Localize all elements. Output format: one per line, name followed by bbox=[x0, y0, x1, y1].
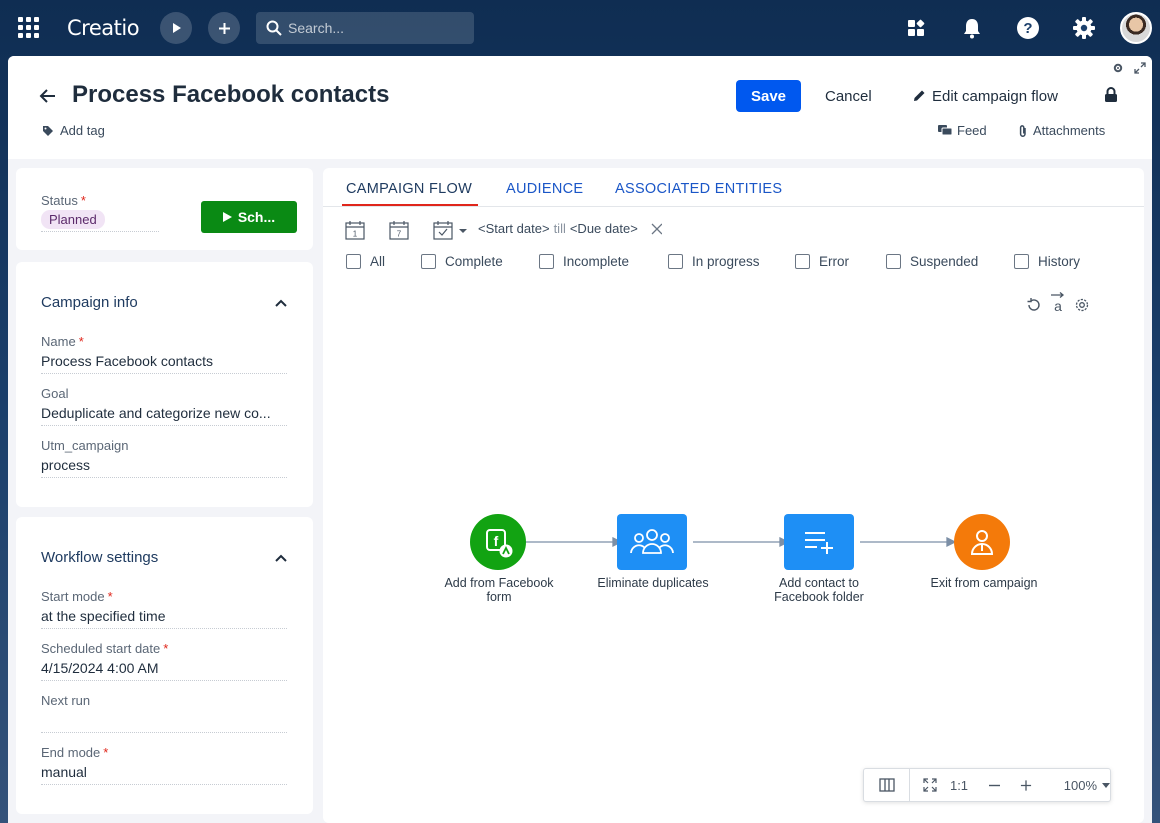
add-to-list-icon bbox=[805, 532, 833, 554]
end-mode-underline bbox=[41, 784, 287, 785]
utm-campaign-value[interactable]: process bbox=[41, 457, 287, 473]
people-group-icon bbox=[630, 529, 674, 554]
actual-size-button[interactable]: 1:1 bbox=[950, 769, 968, 801]
page-header: Process Facebook contacts Add tag Save C… bbox=[8, 56, 1152, 159]
status-underline bbox=[41, 231, 159, 232]
exit-person-icon bbox=[970, 530, 994, 555]
flow-node-label: Eliminate duplicates bbox=[597, 576, 709, 590]
start-mode-label: Start mode * bbox=[41, 589, 113, 604]
workflow-settings-card: Workflow settings Start mode * at the spe… bbox=[16, 517, 313, 814]
search-input[interactable] bbox=[288, 20, 458, 36]
create-new-button[interactable] bbox=[208, 12, 240, 44]
svg-text:f: f bbox=[494, 533, 499, 549]
campaign-info-card: Campaign info Name * Process Facebook con… bbox=[16, 262, 313, 507]
lock-icon[interactable] bbox=[1104, 87, 1118, 103]
flow-node-eliminate-duplicates[interactable] bbox=[617, 514, 687, 570]
edit-campaign-flow-button[interactable]: Edit campaign flow bbox=[912, 80, 1058, 112]
feed-label: Feed bbox=[957, 123, 987, 138]
feed-chat-icon bbox=[938, 124, 952, 135]
add-tag-button[interactable]: Add tag bbox=[42, 123, 105, 138]
add-tag-label: Add tag bbox=[60, 123, 105, 138]
workflow-settings-title: Workflow settings bbox=[41, 549, 159, 566]
next-run-label: Next run bbox=[41, 693, 91, 708]
notifications-bell-icon[interactable] bbox=[958, 14, 986, 42]
page-title: Process Facebook contacts bbox=[72, 81, 390, 108]
zoom-toolbar: 1:1 100% bbox=[863, 768, 1111, 802]
edit-campaign-flow-label: Edit campaign flow bbox=[932, 87, 1058, 105]
goal-label: Goal bbox=[41, 386, 69, 401]
cancel-button[interactable]: Cancel bbox=[816, 80, 881, 112]
scheduled-start-date-value[interactable]: 4/15/2024 4:00 AM bbox=[41, 660, 287, 676]
record-page: Process Facebook contacts Add tag Save C… bbox=[8, 56, 1152, 823]
goal-underline bbox=[41, 425, 287, 426]
next-run-underline bbox=[41, 732, 287, 733]
save-button[interactable]: Save bbox=[736, 80, 801, 112]
start-mode-value[interactable]: at the specified time bbox=[41, 608, 287, 624]
status-label: Status * bbox=[41, 193, 86, 208]
end-mode-label: End mode * bbox=[41, 745, 109, 760]
caret-down-icon bbox=[1102, 782, 1110, 788]
pencil-icon bbox=[914, 90, 925, 101]
svg-text:?: ? bbox=[1023, 20, 1032, 37]
scheduled-start-date-underline bbox=[41, 680, 287, 681]
utm-campaign-underline bbox=[41, 477, 287, 478]
global-search[interactable] bbox=[256, 12, 474, 44]
scheduled-start-date-label: Scheduled start date * bbox=[41, 641, 169, 656]
next-run-value[interactable] bbox=[41, 712, 287, 729]
goal-value[interactable]: Deduplicate and categorize new co... bbox=[41, 405, 287, 421]
campaign-flow-area: CAMPAIGN FLOW AUDIENCE ASSOCIATED ENTITI… bbox=[323, 168, 1144, 823]
expand-icon[interactable] bbox=[1134, 62, 1146, 74]
schedule-button-label: Sch... bbox=[237, 209, 276, 225]
apps-grid-icon[interactable] bbox=[18, 17, 39, 38]
status-card: Status * Planned Sch... bbox=[16, 168, 313, 250]
columns-map-icon bbox=[878, 778, 895, 792]
zoom-out-button[interactable] bbox=[968, 769, 1020, 801]
name-label: Name * bbox=[41, 334, 84, 349]
flow-node-add-from-facebook[interactable]: f bbox=[470, 514, 526, 570]
flow-node-label: Add contact to Facebook folder bbox=[774, 576, 864, 604]
flow-connectors bbox=[526, 536, 957, 548]
tag-icon bbox=[43, 125, 53, 136]
start-mode-underline bbox=[41, 628, 287, 629]
fit-screen-icon bbox=[923, 778, 937, 792]
fit-to-screen-button[interactable] bbox=[910, 769, 950, 801]
campaign-info-title: Campaign info bbox=[41, 294, 138, 311]
help-icon[interactable]: ? bbox=[1014, 14, 1042, 42]
toggle-map-button[interactable] bbox=[864, 769, 910, 801]
utm-campaign-label: Utm_campaign bbox=[41, 438, 129, 453]
flow-node-add-to-folder[interactable] bbox=[784, 514, 854, 570]
back-arrow-icon[interactable] bbox=[38, 86, 58, 106]
name-value[interactable]: Process Facebook contacts bbox=[41, 353, 287, 369]
chevron-up-icon[interactable] bbox=[274, 296, 288, 310]
app-hub-icon[interactable] bbox=[902, 14, 930, 42]
flow-node-label: Exit from campaign bbox=[930, 576, 1038, 590]
feed-button[interactable]: Feed bbox=[938, 123, 987, 138]
app-logo[interactable]: Creatio bbox=[67, 16, 140, 40]
attachments-button[interactable]: Attachments bbox=[1018, 123, 1105, 138]
chevron-up-icon[interactable] bbox=[274, 551, 288, 565]
end-mode-value[interactable]: manual bbox=[41, 764, 287, 780]
status-badge[interactable]: Planned bbox=[41, 210, 105, 229]
top-bar: Creatio ? bbox=[0, 0, 1160, 56]
run-process-button[interactable] bbox=[160, 12, 192, 44]
settings-gear-icon[interactable] bbox=[1070, 14, 1098, 42]
paperclip-icon bbox=[1019, 124, 1026, 137]
name-underline bbox=[41, 373, 287, 374]
facebook-form-icon: f bbox=[486, 529, 513, 558]
plus-icon bbox=[1020, 779, 1032, 791]
minus-icon bbox=[988, 784, 1000, 786]
search-icon bbox=[266, 20, 282, 36]
zoom-level-dropdown[interactable]: 100% bbox=[1032, 769, 1110, 801]
schedule-button[interactable]: Sch... bbox=[201, 201, 297, 233]
play-icon bbox=[173, 23, 181, 33]
plus-icon bbox=[218, 22, 230, 34]
flow-node-exit-campaign[interactable] bbox=[954, 514, 1010, 570]
user-avatar[interactable] bbox=[1120, 12, 1152, 44]
zoom-in-button[interactable] bbox=[1020, 769, 1032, 801]
attachments-label: Attachments bbox=[1033, 123, 1106, 138]
flow-node-label: Add from Facebook form bbox=[444, 576, 554, 604]
play-icon bbox=[222, 212, 232, 222]
zoom-level-value: 100% bbox=[1063, 777, 1097, 793]
page-settings-icon[interactable] bbox=[1112, 62, 1124, 74]
